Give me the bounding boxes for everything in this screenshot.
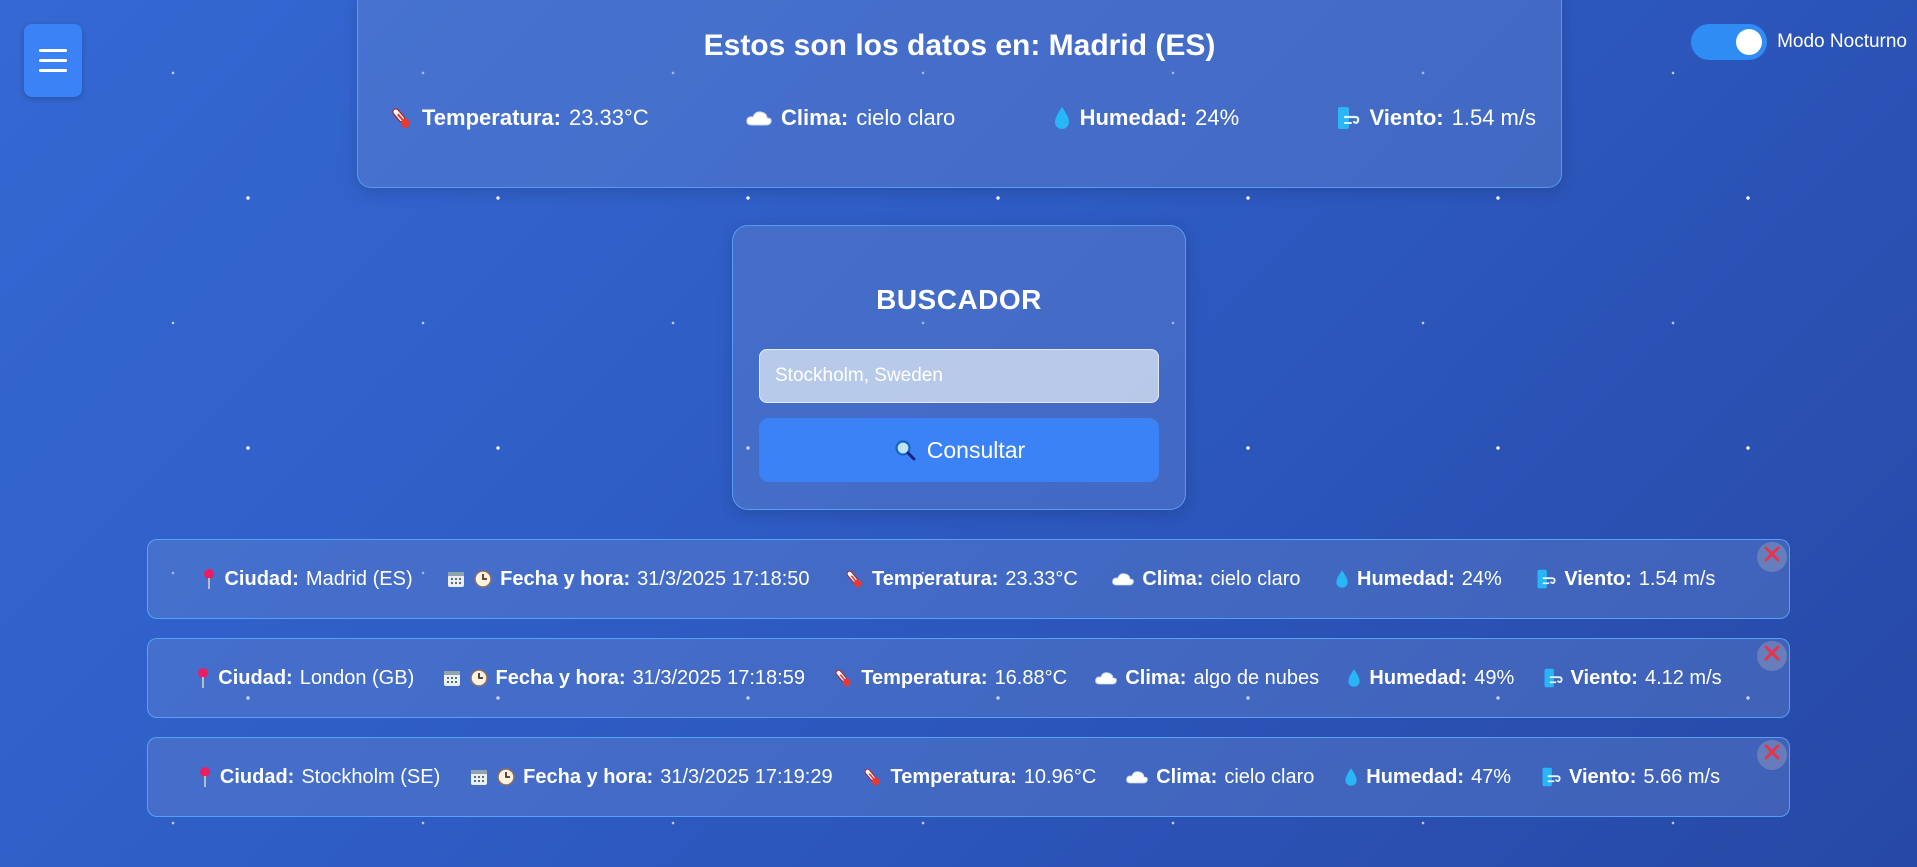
history-temperatura: Temperatura: 23.33°C: [843, 568, 1078, 591]
night-mode-label: Modo Nocturno: [1777, 31, 1907, 52]
close-icon: [1762, 742, 1782, 768]
history-clima: Clima: cielo claro: [1111, 568, 1301, 591]
current-weather-card: Estos son los datos en: Madrid (ES) Temp…: [357, 0, 1562, 188]
droplet-icon: [1334, 568, 1350, 590]
calendar-icon: [442, 668, 462, 688]
calendar-icon: [446, 569, 466, 589]
history-humedad: Humedad: 47%: [1343, 766, 1511, 789]
history-fecha: Fecha y hora: 31/3/2025 17:18:59: [442, 667, 805, 690]
current-clima: Clima: cielo claro: [745, 105, 955, 131]
history-viento: Viento: 5.66 m/s: [1540, 766, 1720, 789]
history-row: Ciudad: London (GB) Fecha y hora: 31/3/202…: [147, 638, 1790, 718]
current-humedad: Humedad: 24%: [1052, 105, 1239, 131]
current-weather-title: Estos son los datos en: Madrid (ES): [703, 29, 1216, 62]
city-search-input[interactable]: [759, 349, 1159, 403]
history-fecha: Fecha y hora: 31/3/2025 17:19:29: [469, 766, 833, 789]
close-icon: [1762, 544, 1782, 570]
consultar-button[interactable]: Consultar: [759, 418, 1159, 482]
wind-icon: [1535, 568, 1557, 590]
history-temperatura: Temperatura: 16.88°C: [832, 667, 1067, 690]
wind-icon: [1335, 105, 1361, 131]
current-viento: Viento: 1.54 m/s: [1335, 105, 1536, 131]
current-temperature: Temperatura: 23.33°C: [388, 105, 649, 131]
magnifier-icon: [893, 438, 917, 462]
history-ciudad: Ciudad: Madrid (ES): [201, 567, 413, 591]
history-humedad: Humedad: 24%: [1334, 568, 1502, 591]
night-mode-toggle-wrap: Modo Nocturno: [1691, 24, 1907, 60]
pin-icon: [195, 666, 211, 690]
pin-icon: [201, 567, 217, 591]
delete-row-button[interactable]: [1757, 740, 1787, 770]
wind-icon: [1542, 667, 1564, 689]
thermometer-icon: [861, 766, 883, 788]
search-card: BUSCADOR Consultar: [732, 225, 1186, 510]
history-ciudad: Ciudad: Stockholm (SE): [197, 765, 440, 789]
night-mode-toggle[interactable]: [1691, 24, 1768, 60]
consultar-label: Consultar: [926, 436, 1026, 463]
calendar-icon: [469, 767, 489, 787]
hamburger-icon: [39, 49, 67, 52]
droplet-icon: [1343, 766, 1359, 788]
droplet-icon: [1052, 105, 1072, 131]
delete-row-button[interactable]: [1757, 641, 1787, 671]
clock-icon: [473, 569, 493, 589]
history-row: Ciudad: Madrid (ES) Fecha y hora: 31/3/202…: [147, 539, 1790, 619]
cloud-icon: [1111, 570, 1135, 588]
clock-icon: [496, 767, 516, 787]
history-viento: Viento: 1.54 m/s: [1535, 568, 1715, 591]
cloud-icon: [1094, 669, 1118, 687]
history-ciudad: Ciudad: London (GB): [195, 666, 414, 690]
history-fecha: Fecha y hora: 31/3/2025 17:18:50: [446, 568, 810, 591]
thermometer-icon: [388, 105, 414, 131]
toggle-knob: [1736, 29, 1763, 55]
thermometer-icon: [843, 568, 865, 590]
menu-button[interactable]: [24, 24, 82, 97]
search-title: BUSCADOR: [876, 284, 1042, 315]
delete-row-button[interactable]: [1757, 542, 1787, 572]
cloud-icon: [1125, 768, 1149, 786]
history-temperatura: Temperatura: 10.96°C: [861, 766, 1096, 789]
close-icon: [1762, 643, 1782, 669]
cloud-icon: [745, 108, 773, 128]
history-viento: Viento: 4.12 m/s: [1542, 667, 1722, 690]
current-weather-stats: Temperatura: 23.33°C Clima: cielo claro Hu…: [388, 105, 1536, 131]
clock-icon: [469, 668, 489, 688]
history-clima: Clima: cielo claro: [1125, 766, 1314, 789]
history-row: Ciudad: Stockholm (SE) Fecha y hora: 31/3/…: [147, 737, 1790, 817]
droplet-icon: [1346, 667, 1362, 689]
history-humedad: Humedad: 49%: [1346, 667, 1514, 690]
history-clima: Clima: algo de nubes: [1094, 667, 1319, 690]
wind-icon: [1540, 766, 1562, 788]
pin-icon: [197, 765, 213, 789]
thermometer-icon: [832, 667, 854, 689]
